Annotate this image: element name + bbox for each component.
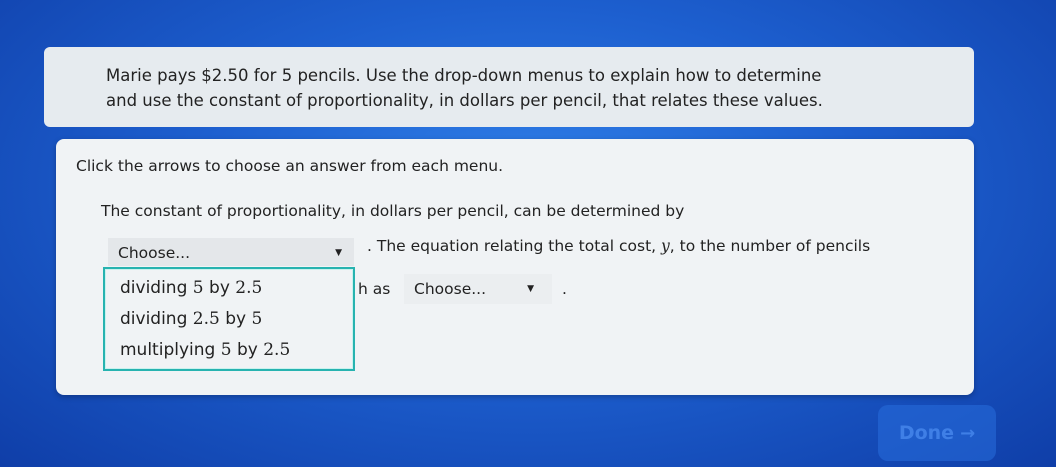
option-operand-a: 5 <box>220 340 232 360</box>
sentence-part-2b: , to the number of pencils <box>669 237 871 255</box>
method-dropdown[interactable]: Choose... ▼ <box>108 238 354 266</box>
method-options-menu: dividing 5 by 2.5 dividing 2.5 by 5 mult… <box>103 267 355 371</box>
instruction-text: Click the arrows to choose an answer fro… <box>76 157 504 175</box>
option-verb: multiplying <box>120 340 216 360</box>
done-button[interactable]: Done → <box>878 405 996 461</box>
option-multiplying-5-by-2-5[interactable]: multiplying 5 by 2.5 <box>120 340 290 360</box>
option-by: by <box>236 340 258 360</box>
option-dividing-2-5-by-5[interactable]: dividing 2.5 by 5 <box>120 309 262 329</box>
question-prompt: Marie pays $2.50 for 5 pencils. Use the … <box>44 47 974 127</box>
dropdown-arrow-icon[interactable]: ▼ <box>335 238 342 268</box>
prompt-line-1: Marie pays $2.50 for 5 pencils. Use the … <box>106 66 822 85</box>
option-dividing-5-by-2-5[interactable]: dividing 5 by 2.5 <box>120 278 262 298</box>
option-verb: dividing <box>120 278 188 298</box>
dropdown-arrow-icon[interactable]: ▼ <box>527 274 534 304</box>
option-by: by <box>225 309 247 329</box>
option-by: by <box>209 278 230 298</box>
sentence-part-2a: . The equation relating the total cost, <box>367 237 662 255</box>
sentence-part-1: The constant of proportionality, in doll… <box>101 202 685 220</box>
method-dropdown-value: Choose... <box>118 244 191 262</box>
arrow-right-icon: → <box>960 422 976 444</box>
done-button-label: Done <box>898 422 955 444</box>
option-operand-b: 5 <box>251 309 263 329</box>
equation-dropdown[interactable]: Choose... ▼ <box>404 274 552 304</box>
answer-panel: Click the arrows to choose an answer fro… <box>56 139 974 395</box>
option-operand-a: 2.5 <box>192 309 220 329</box>
prompt-line-2: and use the constant of proportionality,… <box>106 91 823 110</box>
variable-y: y <box>661 237 670 255</box>
option-operand-a: 5 <box>192 278 204 298</box>
option-operand-b: 2.5 <box>263 340 291 360</box>
option-operand-b: 2.5 <box>235 278 263 298</box>
sentence-part-2: . The equation relating the total cost, … <box>367 237 870 255</box>
option-verb: dividing <box>120 309 188 329</box>
equation-dropdown-value: Choose... <box>414 280 487 298</box>
sentence-period: . <box>562 280 567 298</box>
partially-hidden-text: h as <box>358 280 391 298</box>
